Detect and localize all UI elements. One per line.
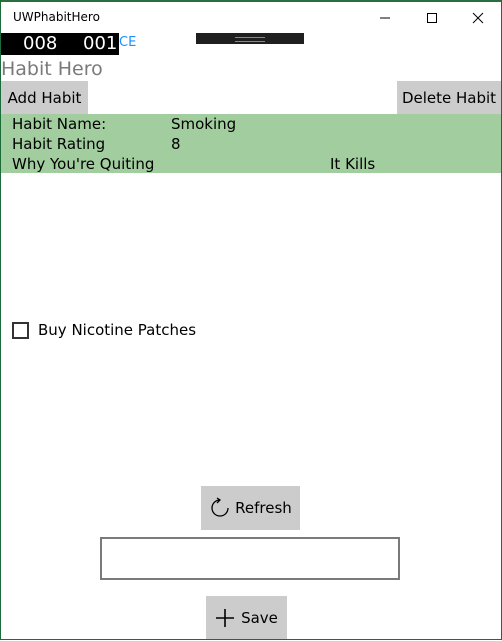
close-icon — [472, 12, 484, 24]
maximize-button[interactable] — [409, 4, 455, 32]
habit-details-panel[interactable]: Habit Name: Smoking Habit Rating 8 Why Y… — [1, 114, 501, 173]
refresh-icon — [211, 497, 229, 517]
habit-name-label: Habit Name: — [12, 115, 107, 133]
add-habit-button[interactable]: Add Habit — [1, 81, 88, 114]
plus-icon — [216, 608, 235, 627]
task-label: Buy Nicotine Patches — [38, 321, 197, 339]
counter-left: 008 — [23, 33, 58, 54]
minimize-icon — [380, 17, 390, 19]
task-checkbox-row[interactable]: Buy Nicotine Patches — [12, 321, 196, 339]
minimize-button[interactable] — [362, 4, 408, 32]
refresh-button[interactable]: Refresh — [201, 486, 300, 530]
title-bar: UWPhabitHero — [1, 2, 501, 32]
counter-suffix: CE — [119, 35, 137, 50]
note-input[interactable] — [100, 537, 400, 580]
page-title: Habit Hero — [1, 58, 103, 80]
maximize-icon — [427, 13, 437, 23]
grip-icon — [235, 37, 265, 42]
delete-habit-button[interactable]: Delete Habit — [397, 81, 501, 114]
habit-name-value: Smoking — [171, 115, 237, 133]
task-checkbox[interactable] — [12, 321, 29, 339]
habit-reason-label: Why You're Quiting — [12, 155, 155, 173]
counter-right: 001 — [83, 33, 118, 54]
window-title: UWPhabitHero — [13, 10, 100, 24]
habit-rating-label: Habit Rating — [12, 135, 106, 153]
habit-reason-value: It Kills — [330, 155, 376, 173]
habit-rating-value: 8 — [171, 135, 181, 153]
close-button[interactable] — [455, 4, 501, 32]
save-button[interactable]: Save — [206, 596, 287, 639]
frame-counter: 008 001 — [1, 33, 119, 55]
save-label: Save — [241, 608, 278, 627]
refresh-label: Refresh — [235, 499, 292, 517]
